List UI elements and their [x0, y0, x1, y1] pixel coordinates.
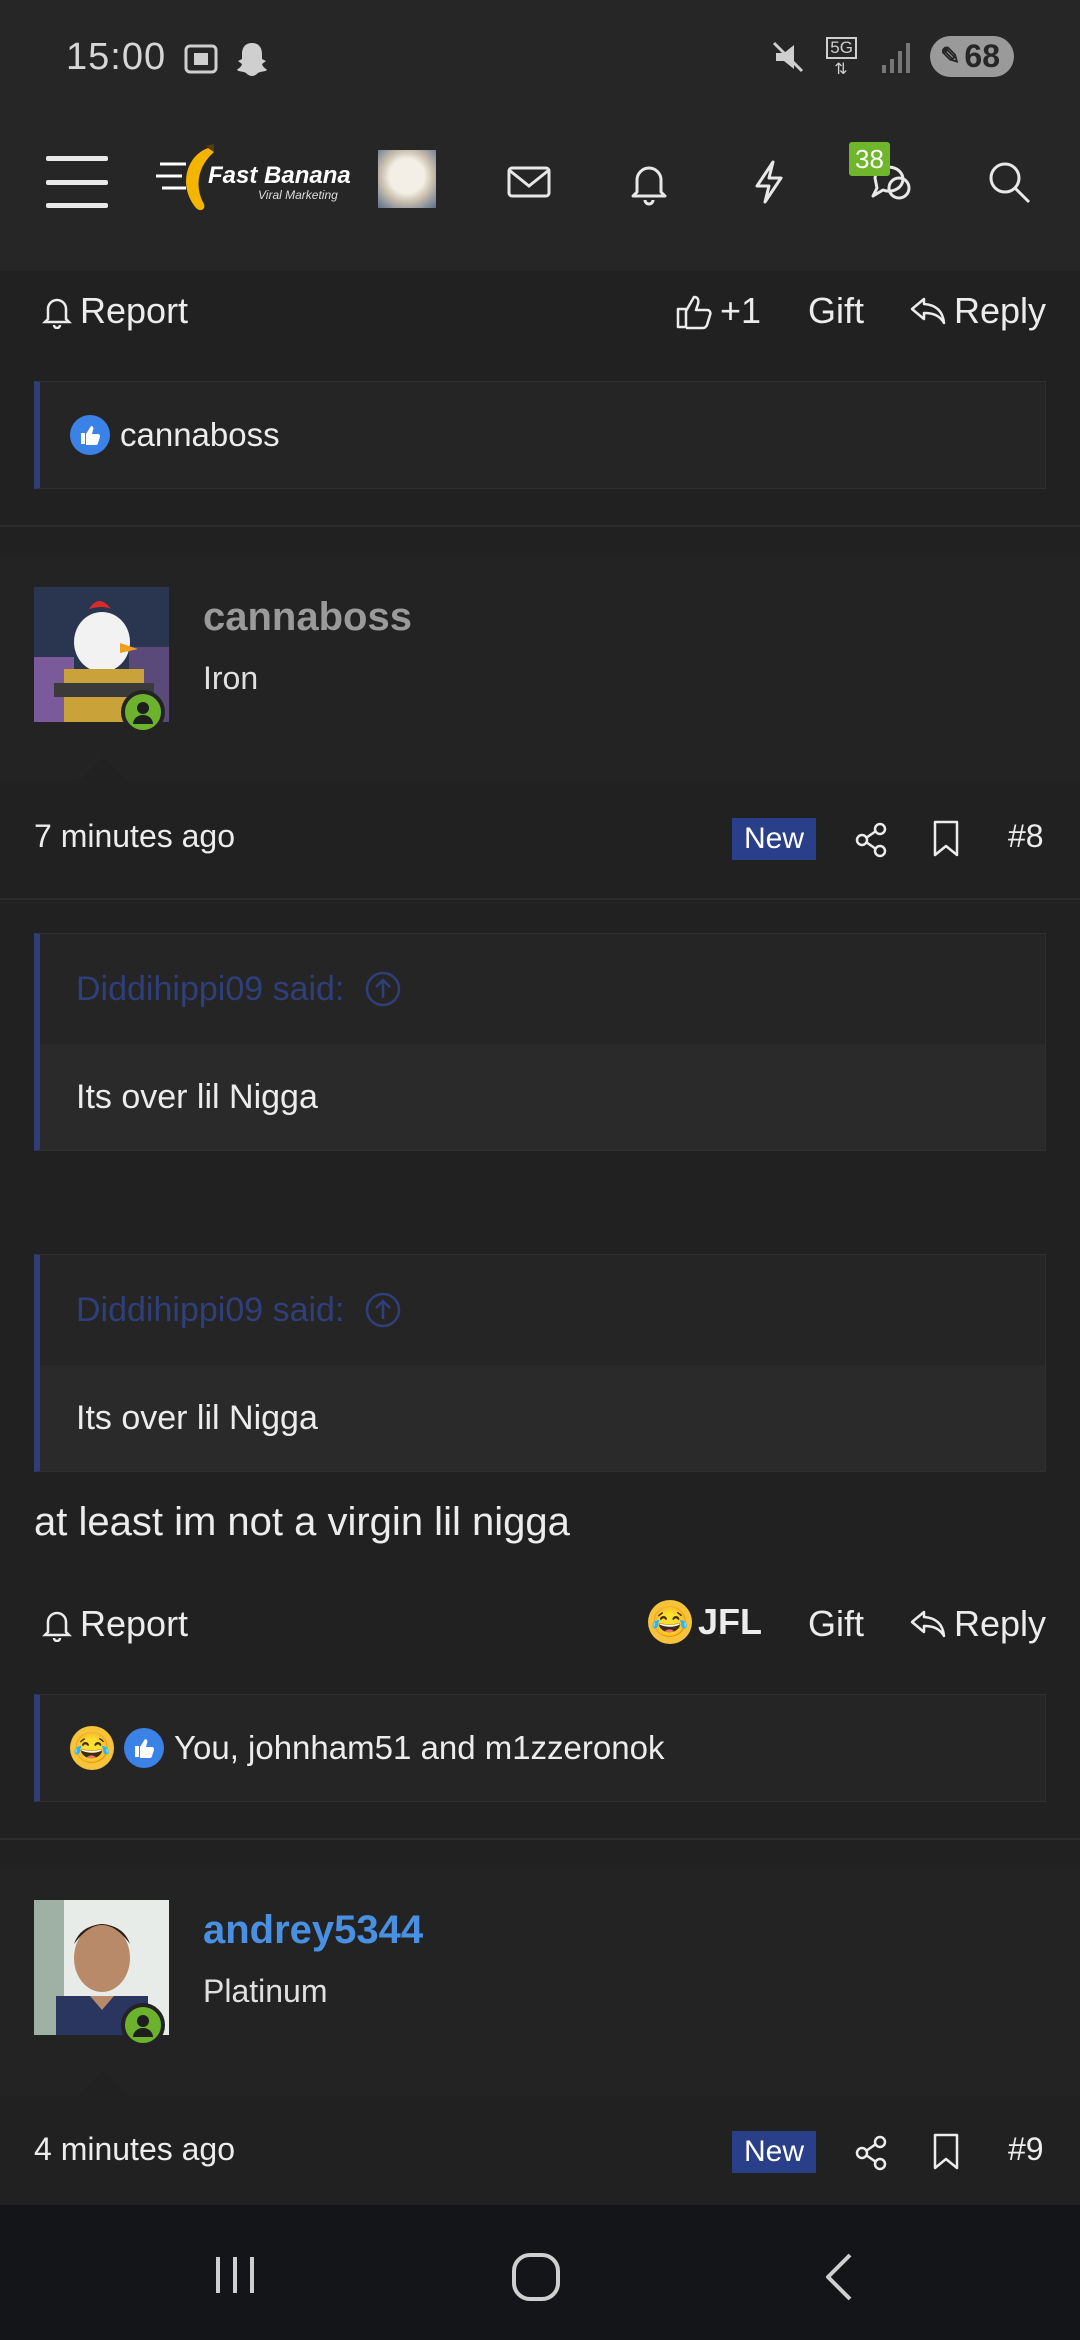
home-icon[interactable]	[510, 2251, 562, 2303]
reaction-label: JFL	[698, 1601, 763, 1642]
quote-block: Diddihippi09 said: Its over lil Nigga	[34, 1254, 1046, 1472]
status-left-icons	[182, 40, 270, 78]
gift-label: Gift	[808, 290, 865, 331]
logo-title: Fast Banana	[208, 162, 351, 189]
screenshot-icon	[184, 44, 218, 74]
quote-text: Its over lil Nigga	[40, 1365, 1045, 1471]
report-label: Report	[80, 290, 189, 331]
status-bar: 15:00 5G ⇅ ✎ 68	[0, 0, 1080, 118]
back-icon[interactable]	[820, 2251, 860, 2303]
system-nav-bar	[0, 2205, 1080, 2340]
mail-icon[interactable]	[505, 158, 553, 206]
quote-author[interactable]: Diddihippi09 said:	[76, 1291, 344, 1330]
arrow-up-circle-icon[interactable]	[364, 970, 402, 1008]
report-button[interactable]: Report	[40, 290, 188, 332]
post-user-block: cannaboss Iron	[0, 555, 1080, 783]
username[interactable]: andrey5344	[203, 1908, 423, 1953]
quote-header[interactable]: Diddihippi09 said:	[40, 1255, 1045, 1365]
laughing-emoji-icon: 😂	[70, 1726, 114, 1770]
network-type: 5G	[826, 36, 857, 59]
thumbs-up-icon	[676, 295, 712, 330]
online-status-icon	[121, 690, 165, 734]
quote-text: Its over lil Nigga	[40, 1044, 1045, 1150]
mute-icon	[773, 41, 804, 72]
post-time[interactable]: 4 minutes ago	[34, 2131, 235, 2168]
battery-level: 68	[964, 38, 1000, 74]
post-body: at least im not a virgin lil nigga	[34, 1500, 570, 1544]
laughing-emoji-icon: 😂	[648, 1600, 692, 1644]
snapchat-icon	[237, 43, 267, 76]
post-time[interactable]: 7 minutes ago	[34, 818, 235, 855]
recent-apps-icon[interactable]	[210, 2253, 260, 2297]
bookmark-icon[interactable]	[932, 820, 960, 858]
like-reaction-icon	[124, 1728, 164, 1768]
reactions-users[interactable]: cannaboss	[120, 416, 280, 454]
bell-icon[interactable]	[625, 158, 673, 206]
gift-button[interactable]: Gift	[808, 290, 864, 332]
gift-button[interactable]: Gift	[808, 1603, 864, 1645]
reactions-bar[interactable]: 😂 You, johnham51 and m1zzeronok	[34, 1694, 1046, 1802]
quote-header[interactable]: Diddihippi09 said:	[40, 934, 1045, 1044]
reply-label: Reply	[954, 290, 1047, 331]
status-right: 5G ⇅ ✎ 68	[768, 36, 1014, 78]
bell-icon	[41, 298, 73, 329]
bookmark-icon[interactable]	[932, 2133, 960, 2171]
user-title: Platinum	[203, 1973, 328, 2009]
post-divider	[0, 525, 1080, 527]
like-button[interactable]: +1	[674, 290, 761, 332]
post-divider	[0, 1838, 1080, 1840]
battery-icon: ✎ 68	[930, 36, 1014, 77]
online-status-icon	[121, 2003, 165, 2047]
data-arrows-icon: ⇅	[834, 60, 848, 78]
arrow-up-circle-icon[interactable]	[364, 1291, 402, 1329]
meta-divider	[0, 898, 1080, 900]
reply-button[interactable]: Reply	[908, 290, 1046, 332]
post-user-block: andrey5344 Platinum	[0, 1868, 1080, 2096]
new-badge: New	[732, 818, 817, 860]
like-reaction-icon	[70, 415, 110, 455]
new-badge: New	[732, 2131, 817, 2173]
alerts-badge[interactable]: 38	[849, 142, 890, 176]
network-indicator: 5G ⇅	[824, 36, 864, 78]
user-title: Iron	[203, 660, 259, 696]
reply-button[interactable]: Reply	[908, 1603, 1046, 1645]
username[interactable]: cannaboss	[203, 595, 412, 640]
logo-subtitle: Viral Marketing	[258, 188, 338, 202]
like-label: +1	[720, 290, 762, 331]
share-icon[interactable]	[854, 822, 888, 858]
top-nav-bar: Fast Banana Viral Marketing 38	[0, 118, 1080, 271]
post-number[interactable]: #8	[1008, 818, 1044, 855]
report-button[interactable]: Report	[40, 1603, 188, 1645]
reaction-button[interactable]: 😂 JFL	[648, 1600, 762, 1644]
post-meta-row: 4 minutes ago New #9	[0, 2093, 1080, 2211]
post-number[interactable]: #9	[1008, 2131, 1044, 2168]
share-icon[interactable]	[854, 2135, 888, 2171]
quote-author[interactable]: Diddihippi09 said:	[76, 970, 344, 1009]
report-label: Report	[80, 1603, 189, 1644]
bell-icon	[41, 1611, 73, 1642]
reactions-bar[interactable]: cannaboss	[34, 381, 1046, 489]
lightning-icon[interactable]	[745, 158, 793, 206]
search-icon[interactable]	[985, 158, 1033, 206]
reply-icon	[910, 297, 946, 325]
user-avatar-nav[interactable]	[378, 150, 436, 208]
reply-icon	[910, 1610, 946, 1638]
status-time: 15:00	[66, 36, 167, 78]
gift-label: Gift	[808, 1603, 865, 1644]
quote-block: Diddihippi09 said: Its over lil Nigga	[34, 933, 1046, 1151]
reactions-users[interactable]: You, johnham51 and m1zzeronok	[174, 1729, 664, 1767]
signal-icon	[882, 42, 911, 73]
post-meta-row: 7 minutes ago New #8	[0, 780, 1080, 898]
reply-label: Reply	[954, 1603, 1047, 1644]
menu-icon[interactable]	[46, 156, 108, 208]
